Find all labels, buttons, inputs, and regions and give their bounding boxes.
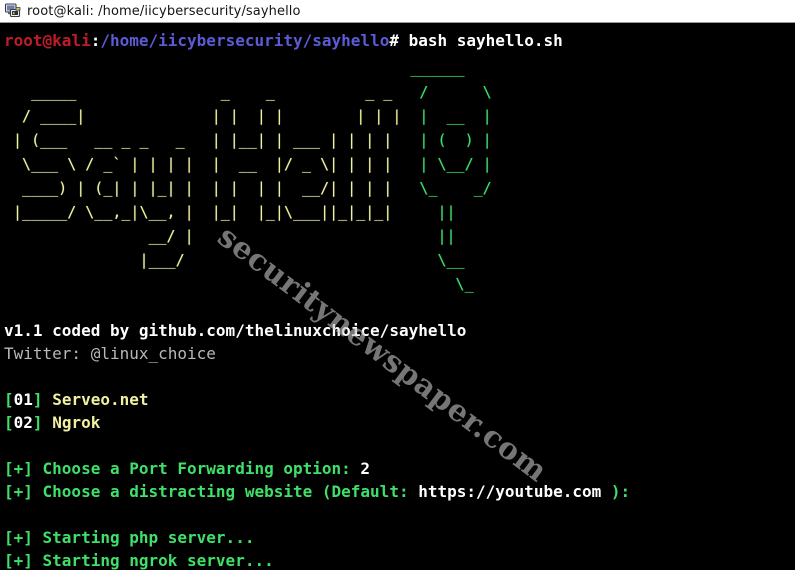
- prompt-marker: [+]: [4, 459, 43, 478]
- bracket-open: [: [4, 390, 14, 409]
- bracket-close: ]: [32, 413, 43, 432]
- prompt-text: Choose a Port Forwarding option:: [42, 459, 361, 478]
- menu-index: 02: [13, 413, 33, 432]
- prompt-hash: #: [389, 31, 399, 50]
- terminal-window: root@kali: /home/iicybersecurity/sayhell…: [0, 0, 795, 570]
- prompt-path: /home/iicybersecurity/sayhello: [100, 31, 390, 50]
- status-starting-php-server: [+] Starting php server...: [4, 526, 795, 549]
- microphone-ascii-part: \_: [455, 275, 474, 293]
- bracket-open: [: [4, 413, 14, 432]
- banner-line-0: ______ _____ _ _ _ _ / \ / ____| | | | |…: [13, 59, 492, 293]
- microphone-ascii-part: | \__/ |: [419, 155, 492, 173]
- window-title: root@kali: /home/iicybersecurity/sayhell…: [27, 3, 301, 19]
- status-text: Starting ngrok server...: [42, 551, 274, 570]
- default-website-url: https://youtube.com: [418, 482, 602, 501]
- credits-twitter: Twitter: @linux_choice: [4, 344, 216, 363]
- shell-command: bash sayhello.sh: [398, 31, 563, 50]
- prompt-text: Choose a distracting website (Default:: [42, 482, 419, 501]
- microphone-ascii-part: ||: [437, 227, 456, 245]
- bracket-close: ]: [32, 390, 43, 409]
- status-marker: [+]: [4, 528, 43, 547]
- microphone-ascii-part: / \: [419, 83, 492, 101]
- terminal-computer-icon: [4, 3, 21, 18]
- sayhello-ascii-logo: ______ _____ _ _ _ _ / \ / ____| | | | |…: [4, 56, 795, 296]
- menu-label: Serveo.net: [52, 390, 149, 409]
- microphone-ascii-part: | ( ) |: [419, 131, 492, 149]
- microphone-ascii-part: \__: [437, 251, 465, 269]
- prompt-user-host: root@kali: [4, 31, 91, 50]
- microphone-ascii-part: | __ |: [419, 107, 492, 125]
- prompt-marker: [+]: [4, 482, 43, 501]
- terminal-output-area[interactable]: root@kali:/home/iicybersecurity/sayhello…: [0, 23, 795, 570]
- port-forwarding-input-value[interactable]: 2: [360, 459, 370, 478]
- prompt-colon: :: [90, 31, 101, 50]
- microphone-ascii-part: ______: [410, 59, 465, 77]
- prompt-choose-port-forwarding[interactable]: [+] Choose a Port Forwarding option: 2: [4, 457, 795, 480]
- microphone-ascii-part: \_ _/: [419, 179, 492, 197]
- status-marker: [+]: [4, 551, 43, 570]
- menu-index: 01: [13, 390, 33, 409]
- prompt-choose-distracting-website[interactable]: [+] Choose a distracting website (Defaul…: [4, 480, 795, 503]
- window-titlebar: root@kali: /home/iicybersecurity/sayhell…: [0, 0, 795, 23]
- credits-version: v1.1 coded by github.com/thelinuxchoice/…: [4, 321, 467, 340]
- menu-item-serveo[interactable]: [01] Serveo.net: [4, 388, 795, 411]
- status-text: Starting php server...: [42, 528, 255, 547]
- menu-label: Ngrok: [52, 413, 101, 432]
- menu-item-ngrok[interactable]: [02] Ngrok: [4, 411, 795, 434]
- prompt-text-after: ):: [601, 482, 631, 501]
- status-starting-ngrok-server: [+] Starting ngrok server...: [4, 549, 795, 570]
- shell-prompt-line: root@kali:/home/iicybersecurity/sayhello…: [4, 29, 795, 52]
- microphone-ascii-part: ||: [437, 203, 456, 221]
